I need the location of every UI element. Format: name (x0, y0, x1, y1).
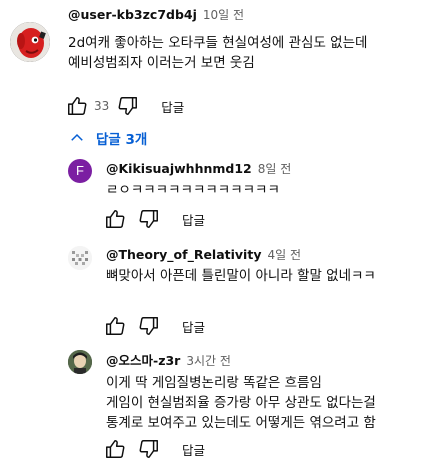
comment-line: 통계로 보여주고 있는데도 어떻게든 엮으려고 함 (106, 415, 376, 431)
thumbs-up-icon (106, 210, 125, 228)
thumbs-down-icon (139, 210, 158, 228)
comment-line: 뼈맞아서 아픈데 틀린말이 아니라 할말 없네ㅋㅋ (106, 268, 376, 284)
reply-item: F @Kikisuajwhhnmd12 8일 전 ㄹㅇㅋㅋㅋㅋㅋㅋㅋㅋㅋㅋㅋㅋ 답… (0, 150, 425, 235)
reply-button[interactable]: 답글 (182, 210, 205, 229)
dislike-button[interactable] (138, 438, 160, 460)
comment-actions: 33 답글 (66, 94, 184, 118)
reply-button[interactable]: 답글 (161, 97, 184, 116)
comment-time[interactable]: 10일 전 (203, 8, 244, 22)
author-name[interactable]: @오스마-z3r (106, 353, 180, 368)
comment-line: 2d여캐 좋아하는 오타쿠들 현실여성에 관심도 없는데 (68, 35, 368, 51)
reply-text: 뼈맞아서 아픈데 틀린말이 아니라 할말 없네ㅋㅋ (106, 266, 376, 286)
reply-item: @Theory_of_Relativity 4일 전 뼈맞아서 아픈데 틀린말이 … (0, 235, 425, 340)
dislike-button[interactable] (138, 315, 160, 337)
author-name[interactable]: @Theory_of_Relativity (106, 247, 261, 262)
reply-header: @Theory_of_Relativity 4일 전 (106, 246, 301, 263)
identicon-icon (68, 246, 92, 270)
comment-time[interactable]: 4일 전 (267, 248, 301, 262)
thumbs-up-icon (106, 317, 125, 335)
top-comment: @user-kb3zc7db4j 10일 전 2d여캐 좋아하는 오타쿠들 현실여… (0, 0, 425, 128)
avatar[interactable] (10, 22, 50, 62)
reply-actions: 답글 (104, 207, 205, 231)
like-button[interactable] (104, 315, 126, 337)
replies-toggle-label: 답글 3개 (96, 132, 148, 148)
avatar-letter: F (76, 163, 84, 178)
like-button[interactable] (66, 95, 88, 117)
reply-actions: 답글 (104, 437, 205, 461)
comment-text: 2d여캐 좋아하는 오타쿠들 현실여성에 관심도 없는데 예비성범죄자 이러는거… (68, 33, 367, 73)
comment-header: @user-kb3zc7db4j 10일 전 (68, 6, 244, 23)
comment-time[interactable]: 8일 전 (258, 162, 292, 176)
reply-header: @오스마-z3r 3시간 전 (106, 350, 231, 369)
thumbs-down-icon (139, 317, 158, 335)
dislike-button[interactable] (138, 208, 160, 230)
reply-item: @오스마-z3r 3시간 전 이게 딱 게임질병논리랑 똑같은 흐름임 게임이 현… (0, 340, 425, 463)
dislike-button[interactable] (117, 95, 139, 117)
avatar[interactable]: F (68, 159, 92, 183)
like-button[interactable] (104, 208, 126, 230)
reply-actions: 답글 (104, 314, 205, 338)
reply-text: ㄹㅇㅋㅋㅋㅋㅋㅋㅋㅋㅋㅋㅋㅋ (106, 180, 280, 200)
character-icon (68, 350, 92, 374)
comment-line: 예비성범죄자 이러는거 보면 웃김 (68, 55, 255, 71)
like-count: 33 (94, 99, 110, 113)
replies-toggle[interactable]: 답글 3개 (68, 128, 147, 148)
avatar[interactable] (68, 246, 92, 270)
chevron-up-icon (71, 133, 83, 141)
reply-text: 이게 딱 게임질병논리랑 똑같은 흐름임 게임이 현실범죄율 증가랑 아무 상관… (106, 373, 376, 433)
author-name[interactable]: @Kikisuajwhhnmd12 (106, 161, 252, 176)
reply-header: @Kikisuajwhhnmd12 8일 전 (106, 160, 291, 177)
author-name[interactable]: @user-kb3zc7db4j (68, 7, 197, 22)
thumbs-up-icon (106, 440, 125, 458)
comment-line: 이게 딱 게임질병논리랑 똑같은 흐름임 (106, 375, 322, 391)
thumbs-up-icon (68, 97, 87, 115)
avatar[interactable] (68, 350, 92, 374)
thumbs-down-icon (118, 97, 138, 115)
thumbs-down-icon (139, 440, 158, 458)
reply-button[interactable]: 답글 (182, 317, 205, 336)
reply-button[interactable]: 답글 (182, 440, 205, 459)
like-button[interactable] (104, 438, 126, 460)
comment-line: 게임이 현실범죄율 증가랑 아무 상관도 없다는걸 (106, 395, 376, 411)
comment-line: ㄹㅇㅋㅋㅋㅋㅋㅋㅋㅋㅋㅋㅋㅋ (106, 182, 280, 198)
comment-time[interactable]: 3시간 전 (186, 354, 231, 368)
red-character-icon (10, 22, 50, 62)
